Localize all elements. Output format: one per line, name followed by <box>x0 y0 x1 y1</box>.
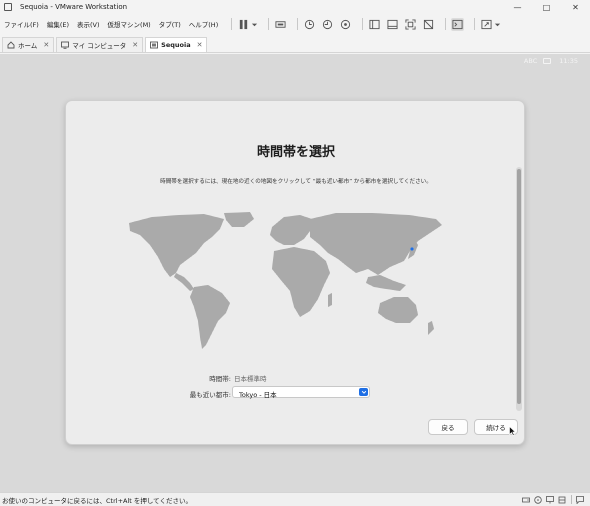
new-zealand-land <box>428 321 434 335</box>
south-america-land <box>190 285 230 349</box>
dropdown-arrow-icon[interactable] <box>251 18 258 31</box>
timezone-label: 時間帯: <box>209 375 231 383</box>
menu-vm[interactable]: 仮想マシン(M) <box>108 19 151 29</box>
back-button[interactable]: 戻る <box>428 419 468 435</box>
device-status-icons <box>518 495 584 504</box>
snapshot-icon[interactable] <box>303 18 316 31</box>
closest-city-row: 最も近い都市: Tokyo - 日本 <box>66 386 524 400</box>
toolbar-divider <box>445 18 447 30</box>
status-message: お使いのコンピュータに戻るには、Ctrl+Alt を押してください。 <box>2 497 192 505</box>
window-title: Sequoia - VMware Workstation <box>20 3 128 11</box>
vm-icon <box>150 41 159 49</box>
toolbar-divider <box>268 18 270 30</box>
toolbar-divider <box>474 18 476 30</box>
send-ctrl-alt-del-icon[interactable] <box>274 18 287 31</box>
mouse-cursor-icon <box>509 426 516 436</box>
toolbar-divider <box>297 18 299 30</box>
australia-land <box>378 297 418 323</box>
unity-mode-icon[interactable] <box>422 18 435 31</box>
close-button[interactable]: ✕ <box>561 0 590 14</box>
closest-city-value: Tokyo - 日本 <box>239 391 277 399</box>
close-icon[interactable]: ✕ <box>132 41 138 49</box>
hard-disk-icon[interactable] <box>522 496 530 504</box>
message-log-icon[interactable] <box>576 495 584 504</box>
input-source-label: ABC <box>523 57 538 65</box>
usb-device-icon[interactable] <box>558 496 566 504</box>
chevron-down-icon <box>359 388 368 396</box>
home-icon <box>7 41 15 49</box>
timezone-dialog: 時間帯を選択 時間帯を選択するには、現在地の近くの地図をクリックして “最も近い… <box>65 100 525 445</box>
tab-home[interactable]: ホーム ✕ <box>2 37 55 52</box>
world-map[interactable] <box>124 211 459 351</box>
cd-drive-icon[interactable] <box>534 495 542 504</box>
close-icon[interactable]: ✕ <box>197 41 203 49</box>
tab-label: マイ コンピュータ <box>72 42 127 50</box>
network-adapter-icon[interactable] <box>546 495 554 504</box>
toolbar-divider <box>362 18 364 30</box>
revert-snapshot-icon[interactable] <box>321 18 334 31</box>
madagascar-land <box>328 293 332 307</box>
dialog-title: 時間帯を選択 <box>256 145 335 160</box>
title-bar: Sequoia - VMware Workstation — □ ✕ <box>0 0 590 14</box>
status-bar: お使いのコンピュータに戻るには、Ctrl+Alt を押してください。 <box>0 492 590 506</box>
guest-clock: 11:35 <box>559 57 578 65</box>
tab-my-computer[interactable]: マイ コンピュータ ✕ <box>56 37 144 52</box>
snapshot-manager-icon[interactable] <box>339 18 352 31</box>
menu-file[interactable]: ファイル(F) <box>4 19 39 29</box>
monitor-icon <box>61 41 70 49</box>
menu-edit[interactable]: 編集(E) <box>47 19 69 29</box>
menu-help[interactable]: ヘルプ(H) <box>189 19 218 29</box>
southeast-asia-islands <box>366 275 406 291</box>
tab-label: Sequoia <box>161 41 191 49</box>
vmware-app-icon <box>4 3 12 11</box>
europe-land <box>270 215 312 245</box>
minimize-button[interactable]: — <box>503 0 532 14</box>
asia-land <box>310 213 442 275</box>
africa-land <box>272 247 330 317</box>
stretch-display-icon[interactable] <box>480 18 493 31</box>
selected-city-marker <box>410 247 414 251</box>
toolbar-divider <box>231 18 233 30</box>
greenland-land <box>224 212 254 227</box>
vm-console[interactable]: ABC 11:35 時間帯を選択 時間帯を選択するには、現在地の近くの地図をクリ… <box>0 54 590 492</box>
closest-city-label: 最も近い都市: <box>189 391 231 399</box>
tab-label: ホーム <box>18 42 38 50</box>
close-icon[interactable]: ✕ <box>43 41 49 49</box>
thumbnail-view-icon[interactable] <box>386 18 399 31</box>
menu-view[interactable]: 表示(V) <box>77 19 100 29</box>
timezone-value: 日本標準時 <box>234 375 267 383</box>
window-controls: — □ ✕ <box>503 0 590 14</box>
timezone-row: 時間帯: 日本標準時 <box>66 373 524 383</box>
full-screen-icon[interactable] <box>404 18 417 31</box>
tab-sequoia[interactable]: Sequoia ✕ <box>145 37 208 52</box>
pause-icon[interactable] <box>237 18 250 31</box>
tab-bar: ホーム ✕ マイ コンピュータ ✕ Sequoia ✕ <box>0 36 590 53</box>
console-view-icon[interactable] <box>451 17 465 31</box>
menu-tabs[interactable]: タブ(T) <box>159 19 181 29</box>
keyboard-icon <box>543 58 552 64</box>
library-view-icon[interactable] <box>368 18 381 31</box>
central-america-land <box>174 273 194 291</box>
maximize-button[interactable]: □ <box>532 0 561 14</box>
scrollbar-thumb[interactable] <box>517 169 521 404</box>
menu-bar: ファイル(F) 編集(E) 表示(V) 仮想マシン(M) タブ(T) ヘルプ(H… <box>0 14 590 34</box>
closest-city-select[interactable]: Tokyo - 日本 <box>232 386 370 399</box>
guest-menubar-status: ABC 11:35 <box>518 57 578 65</box>
status-divider <box>571 495 572 504</box>
stretch-dropdown-icon[interactable] <box>494 18 501 31</box>
north-america-land <box>129 214 224 277</box>
dialog-description: 時間帯を選択するには、現在地の近くの地図をクリックして “最も近い都市” から都… <box>160 179 432 185</box>
